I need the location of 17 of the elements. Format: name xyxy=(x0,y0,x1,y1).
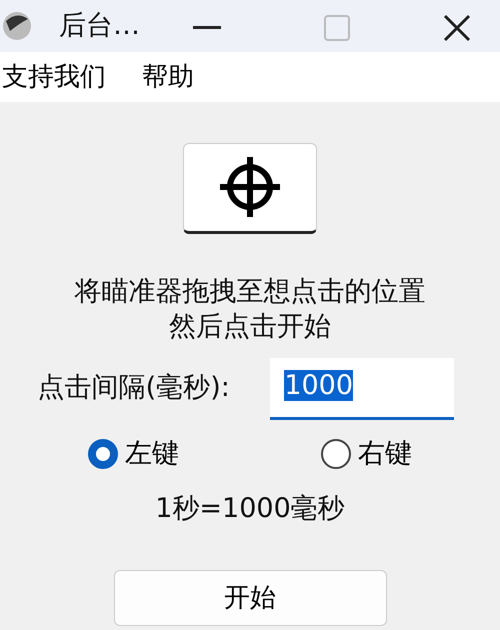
radio-button[interactable]: 左键 xyxy=(82,433,185,476)
menu-item[interactable]: 帮助 xyxy=(140,58,194,96)
instruction-text: 然后点击开始 xyxy=(168,310,332,344)
crosshair-icon xyxy=(218,155,282,219)
radio-button[interactable]: 右键 xyxy=(315,433,418,476)
input-field[interactable]: 1000 xyxy=(270,358,454,420)
start-button[interactable]: 开始 xyxy=(114,570,386,626)
crosshair-button[interactable] xyxy=(183,142,317,234)
app-icon xyxy=(2,11,32,41)
interval-label: 点击间隔(毫秒): xyxy=(38,371,230,406)
close-icon xyxy=(442,14,470,42)
menu-item[interactable]: 支持我们 xyxy=(0,58,106,96)
maximize-icon xyxy=(324,14,350,41)
minimize-icon xyxy=(192,26,220,30)
instruction-text: 将瞄准器拖拽至想点击的位置 xyxy=(74,275,426,309)
note-text: 1秒=1000毫秒 xyxy=(155,492,345,526)
window-title: 后台… xyxy=(59,8,140,43)
